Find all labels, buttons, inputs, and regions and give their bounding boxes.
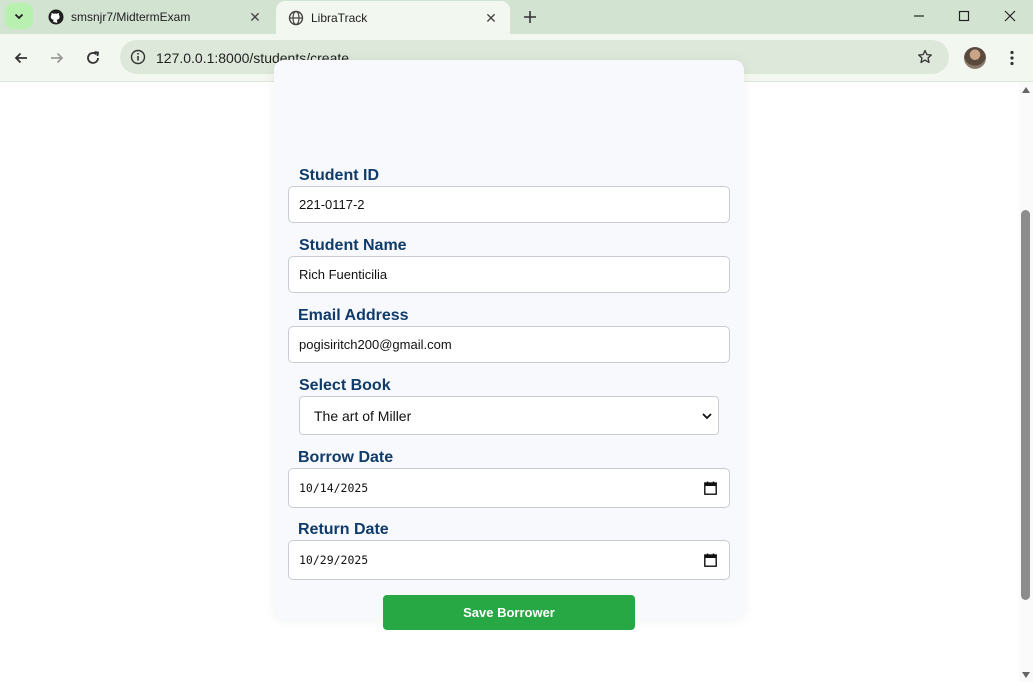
close-tab-icon[interactable]: ✕: [246, 8, 264, 26]
student-id-label: Student ID: [299, 167, 379, 184]
bookmark-star-icon[interactable]: [915, 47, 935, 67]
tab-search-button[interactable]: [5, 3, 33, 29]
close-tab-icon[interactable]: ✕: [482, 9, 500, 27]
return-date-label: Return Date: [298, 521, 389, 538]
page-scrollbar-thumb[interactable]: [1021, 210, 1030, 600]
scroll-up-arrow-icon[interactable]: [1020, 85, 1032, 95]
email-value: pogisiritch200@gmail.com: [299, 337, 452, 352]
calendar-icon[interactable]: [704, 481, 717, 495]
maximize-icon: [958, 10, 970, 22]
cancel-button[interactable]: Cancel: [383, 650, 635, 666]
reload-icon: [87, 51, 100, 64]
tab-title: smsnjr7/MidtermExam: [71, 10, 191, 24]
back-arrow-icon: [14, 52, 27, 64]
book-select[interactable]: The art of Miller: [299, 396, 719, 435]
student-name-input[interactable]: Rich Fuenticilia: [288, 256, 730, 293]
student-id-value: 221-0117-2: [299, 197, 365, 212]
close-icon: [1004, 10, 1016, 22]
borrow-date-value: 10/14/2025: [299, 481, 369, 495]
forward-button[interactable]: [43, 44, 71, 72]
chevron-down-icon: [14, 13, 24, 20]
close-window-button[interactable]: [987, 0, 1033, 32]
site-info-icon[interactable]: [128, 47, 148, 67]
scroll-down-arrow-icon[interactable]: [1020, 670, 1032, 680]
chevron-down-icon: [702, 413, 712, 420]
borrow-date-label: Borrow Date: [298, 449, 394, 466]
return-date-value: 10/29/2025: [299, 553, 369, 567]
browser-menu-button[interactable]: [1000, 46, 1024, 70]
select-book-label: Select Book: [299, 377, 391, 394]
student-id-input[interactable]: 221-0117-2: [288, 186, 730, 223]
tab-github[interactable]: smsnjr7/MidtermExam ✕: [36, 0, 274, 34]
github-icon: [48, 9, 64, 25]
tab-strip: smsnjr7/MidtermExam ✕ LibraTrack ✕: [0, 0, 1033, 34]
borrow-date-input[interactable]: 10/14/2025: [288, 468, 730, 508]
calendar-icon[interactable]: [704, 553, 717, 567]
student-name-value: Rich Fuenticilia: [299, 267, 388, 282]
tab-title: LibraTrack: [311, 11, 368, 25]
email-label: Email Address: [298, 307, 409, 324]
globe-icon: [288, 10, 304, 26]
email-input[interactable]: pogisiritch200@gmail.com: [288, 326, 730, 363]
reload-button[interactable]: [79, 44, 107, 72]
forward-arrow-icon: [51, 52, 64, 64]
back-button[interactable]: [7, 44, 35, 72]
return-date-input[interactable]: 10/29/2025: [288, 540, 730, 580]
plus-icon: [524, 11, 536, 23]
profile-avatar[interactable]: [964, 47, 986, 69]
kebab-menu-icon: [1010, 50, 1014, 66]
save-borrower-button[interactable]: Save Borrower: [383, 595, 635, 630]
new-tab-button[interactable]: [518, 5, 542, 29]
minimize-icon: [914, 15, 924, 17]
maximize-button[interactable]: [941, 0, 987, 32]
minimize-button[interactable]: [896, 0, 942, 32]
tab-libratrack[interactable]: LibraTrack ✕: [276, 1, 510, 34]
student-name-label: Student Name: [299, 237, 407, 254]
book-selected-value: The art of Miller: [314, 407, 412, 424]
